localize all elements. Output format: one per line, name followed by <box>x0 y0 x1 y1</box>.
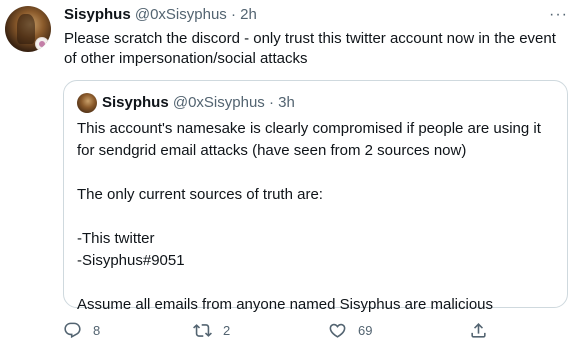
avatar-badge-icon <box>35 37 49 51</box>
quoted-tweet-header: Sisyphus @0xSisyphus · 3h <box>102 94 295 111</box>
quoted-author-handle: @0xSisyphus <box>172 94 265 111</box>
header-separator: · <box>230 6 236 23</box>
quoted-author-avatar <box>77 93 97 113</box>
author-name[interactable]: Sisyphus <box>64 6 131 23</box>
author-handle[interactable]: @0xSisyphus <box>135 6 227 23</box>
heart-icon <box>329 323 346 338</box>
like-count: 69 <box>358 323 373 338</box>
quoted-tweet-text: This account's namesake is clearly compr… <box>77 118 557 316</box>
tweet-text: Please scratch the discord - only trust … <box>64 30 556 67</box>
quoted-paragraph: Assume all emails from anyone named Sisy… <box>77 296 494 313</box>
reply-count: 8 <box>93 323 101 338</box>
avatar-figure <box>17 14 35 44</box>
tweet[interactable]: Sisyphus @0xSisyphus · 2h ··· Please scr… <box>0 0 582 355</box>
retweet-icon <box>193 324 212 337</box>
share-button[interactable] <box>469 321 488 340</box>
reply-button[interactable]: 8 <box>63 321 100 340</box>
quoted-paragraph: -This twitter <box>77 230 155 247</box>
quoted-tweet[interactable]: Sisyphus @0xSisyphus · 3h This account's… <box>63 80 568 313</box>
like-button[interactable]: 69 <box>328 321 372 340</box>
reply-icon <box>64 322 81 339</box>
quoted-author-name: Sisyphus <box>102 94 169 111</box>
share-icon <box>471 323 486 338</box>
author-avatar[interactable] <box>5 6 51 52</box>
quoted-paragraph: The only current sources of truth are: <box>77 186 323 203</box>
quoted-paragraph: This account's namesake is clearly compr… <box>77 120 541 159</box>
retweet-count: 2 <box>223 323 231 338</box>
quoted-tweet-timestamp: 3h <box>278 94 295 111</box>
more-icon[interactable]: ··· <box>549 6 568 24</box>
tweet-actions: 8 2 69 <box>0 321 582 341</box>
tweet-timestamp[interactable]: 2h <box>240 6 257 23</box>
quoted-paragraph: -Sisyphus#9051 <box>77 252 185 269</box>
retweet-button[interactable]: 2 <box>193 321 230 340</box>
tweet-header: Sisyphus @0xSisyphus · 2h <box>64 6 257 23</box>
quoted-header-separator: · <box>268 94 274 111</box>
